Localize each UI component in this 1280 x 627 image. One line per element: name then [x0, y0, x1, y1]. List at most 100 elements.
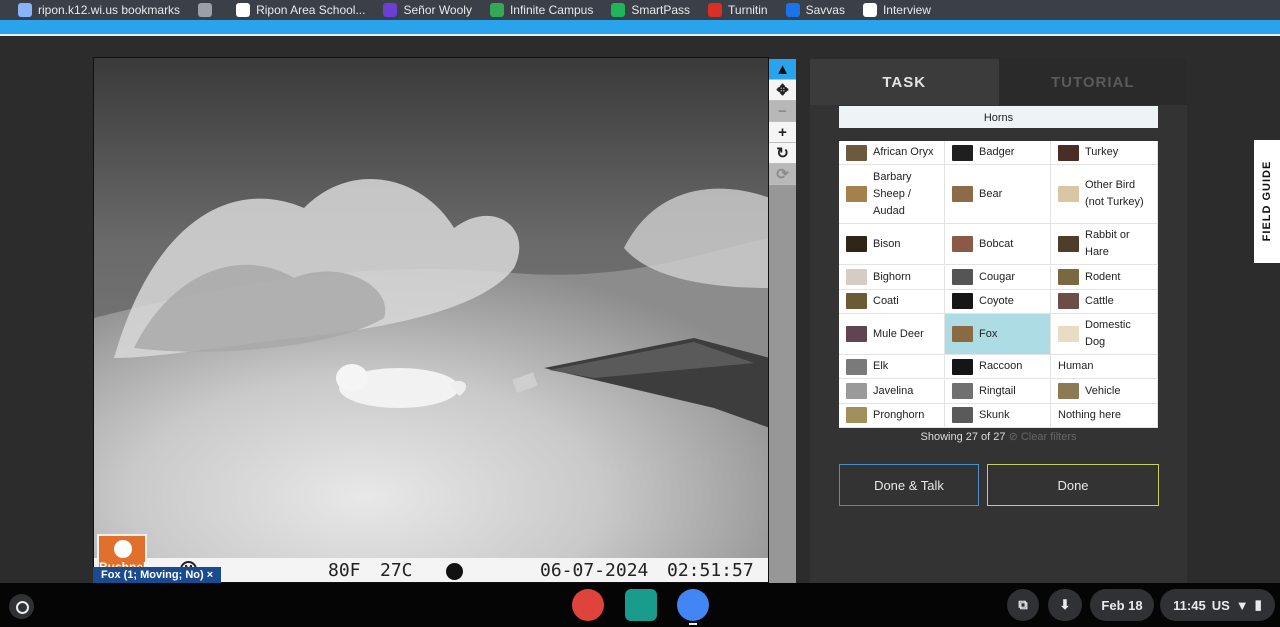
bookmark-label: Infinite Campus [509, 3, 594, 17]
bookmark-6[interactable]: Turnitin [708, 0, 768, 20]
species-option[interactable]: Badger [945, 141, 1051, 165]
classroom-app-icon[interactable] [625, 589, 657, 621]
species-thumbnail [952, 383, 973, 400]
species-option[interactable]: Cattle [1051, 289, 1158, 314]
bookmark-5[interactable]: SmartPass [611, 0, 690, 20]
bookmark-3[interactable]: Señor Wooly [383, 0, 472, 20]
species-name: Other Bird (not Turkey) [1085, 179, 1144, 209]
species-option[interactable]: Skunk [945, 403, 1051, 428]
site-header-strip [0, 20, 1280, 36]
bookmark-favicon-icon [198, 3, 213, 17]
input-locale: US [1211, 597, 1230, 613]
field-guide-tab[interactable]: FIELD GUIDE [1254, 140, 1280, 263]
species-option[interactable]: Raccoon [945, 355, 1051, 380]
bookmark-label: Savvas [805, 3, 845, 17]
species-option[interactable]: Domestic Dog [1051, 314, 1158, 356]
species-option[interactable]: Coyote [945, 289, 1051, 314]
species-option[interactable]: Pronghorn [839, 403, 945, 428]
pointer-icon[interactable]: ▲ [769, 59, 796, 80]
species-thumbnail [952, 144, 973, 161]
zoom-in-icon[interactable]: + [769, 122, 796, 143]
species-thumbnail [1058, 293, 1079, 310]
image-toolbar: ▲ ✥ − + ↻ ⟳ [769, 59, 796, 583]
species-option[interactable]: Rabbit or Hare [1051, 224, 1158, 266]
species-name: Raccoon [979, 360, 1023, 373]
species-option[interactable]: Coati [839, 289, 945, 314]
chrome-app-icon[interactable] [677, 589, 709, 621]
species-name: Pronghorn [873, 408, 925, 421]
species-option[interactable]: Barbary Sheep / Audad [839, 165, 945, 225]
species-option[interactable]: Cougar [945, 265, 1051, 290]
bookmark-0[interactable]: ripon.k12.wi.us bookmarks [18, 0, 180, 20]
species-option[interactable]: Elk [839, 355, 945, 380]
species-option[interactable]: Fox [945, 314, 1051, 356]
species-thumbnail [952, 326, 973, 343]
bookmark-label: Señor Wooly [403, 3, 472, 17]
species-name: Badger [979, 146, 1015, 158]
date-pill[interactable]: Feb 18 [1090, 589, 1154, 621]
species-name: Mule Deer [873, 327, 924, 340]
species-name: Vehicle [1085, 384, 1121, 397]
species-option[interactable]: Bear [945, 165, 1051, 225]
bookmark-label: Turnitin [728, 3, 768, 17]
species-name: Cattle [1085, 294, 1114, 307]
bookmark-2[interactable]: Ripon Area School... [236, 0, 365, 20]
bookmark-4[interactable]: Infinite Campus [489, 0, 594, 20]
reset-icon[interactable]: ⟳ [769, 164, 796, 185]
species-thumbnail [952, 236, 973, 253]
filter-horns-button[interactable]: Horns [839, 106, 1158, 130]
species-name: Nothing here [1058, 408, 1121, 421]
subject-image-viewer[interactable]: Bushnell M 80F 27C 06-07-2024 02:51:57 [93, 57, 769, 583]
bookmark-7[interactable]: Savvas [785, 0, 845, 20]
species-option[interactable]: Bobcat [945, 224, 1051, 266]
tab-task[interactable]: TASK [810, 59, 999, 105]
bookmark-favicon-icon [862, 3, 877, 17]
bookmark-label: Ripon Area School... [256, 3, 366, 17]
species-option[interactable]: Bison [839, 224, 945, 266]
species-option[interactable]: Rodent [1051, 265, 1158, 290]
species-option[interactable]: Turkey [1051, 141, 1158, 165]
task-panel: TASK TUTORIAL Horns African Oryx Badger Tu… [810, 59, 1187, 583]
tote-icon[interactable]: ⧉ [1007, 589, 1039, 621]
species-option[interactable]: Mule Deer [839, 314, 945, 356]
field-guide-label: FIELD GUIDE [1261, 160, 1273, 242]
species-thumbnail [846, 236, 867, 253]
species-grid: African Oryx Badger Turkey Barbary Sheep / … [839, 141, 1158, 428]
done-and-talk-button[interactable]: Done & Talk [839, 464, 979, 506]
tab-tutorial[interactable]: TUTORIAL [998, 59, 1187, 105]
species-name: Domestic Dog [1085, 319, 1131, 349]
annotation-label[interactable]: Fox (1; Moving; No) × [93, 567, 222, 583]
rotate-icon[interactable]: ↻ [769, 143, 796, 164]
clear-filters-link[interactable]: ⊘ Clear filters [1009, 431, 1077, 443]
shelf-date: Feb 18 [1101, 597, 1143, 613]
bookmark-label: ripon.k12.wi.us bookmarks [38, 3, 181, 17]
status-area[interactable]: 11:45 US ▼ ▮ [1160, 589, 1275, 621]
species-thumbnail [952, 269, 973, 286]
launcher-icon[interactable] [9, 594, 34, 619]
species-option[interactable]: Other Bird (not Turkey) [1051, 165, 1158, 225]
clock: 11:45 [1173, 597, 1206, 613]
move-icon[interactable]: ✥ [769, 80, 796, 101]
species-option[interactable]: Vehicle [1051, 379, 1158, 404]
zoom-out-icon[interactable]: − [769, 101, 796, 122]
bookmark-favicon-icon [383, 3, 398, 17]
download-icon[interactable]: ⬇ [1048, 589, 1082, 621]
species-option[interactable]: African Oryx [839, 141, 945, 165]
species-name: Coyote [979, 294, 1014, 307]
species-option[interactable]: Ringtail [945, 379, 1051, 404]
species-thumbnail [846, 358, 867, 375]
species-option[interactable]: Nothing here [1051, 403, 1158, 428]
bookmark-8[interactable]: Interview [862, 0, 931, 20]
bookmark-favicon-icon [611, 3, 626, 17]
species-name: Rabbit or Hare [1085, 229, 1130, 259]
species-option[interactable]: Javelina [839, 379, 945, 404]
species-option[interactable]: Bighorn [839, 265, 945, 290]
bookmark-label: SmartPass [631, 3, 691, 17]
trail-camera-photo [94, 58, 768, 582]
bookmark-1[interactable] [198, 0, 218, 20]
done-button[interactable]: Done [987, 464, 1159, 506]
remove-annotation-icon[interactable]: × [207, 569, 213, 581]
palette-app-icon[interactable] [572, 589, 604, 621]
species-name: Elk [873, 360, 889, 373]
species-option[interactable]: Human [1051, 355, 1158, 380]
